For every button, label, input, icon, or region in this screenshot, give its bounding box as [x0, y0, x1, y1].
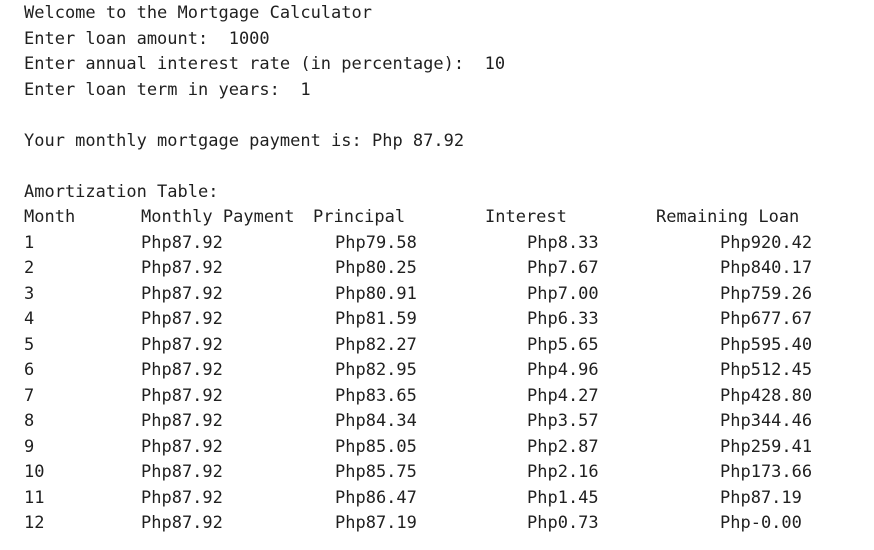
loan-term-label: Enter loan term in years:	[24, 79, 301, 100]
table-row: 10 Php87.92 Php85.75 Php2.16 Php173.66	[24, 460, 864, 486]
cell-interest: Php6.33	[527, 309, 599, 329]
cell-month: 6	[24, 360, 35, 380]
cell-month: 5	[24, 334, 35, 355]
cell-remaining-loan: Php428.80	[720, 385, 813, 406]
cell-month: 2	[24, 258, 35, 278]
cell-principal: Php80.25	[335, 258, 417, 278]
cell-interest: Php8.33	[527, 232, 599, 253]
table-header-row: Month Monthly Payment Principal Interest…	[24, 205, 864, 231]
cell-interest: Php4.27	[527, 385, 599, 406]
cell-month: 8	[24, 411, 35, 431]
cell-month: 9	[24, 436, 35, 457]
cell-principal: Php81.59	[335, 309, 417, 329]
interest-rate-value: 10	[484, 54, 506, 74]
console-output: Welcome to the Mortgage Calculator Enter…	[24, 1, 864, 537]
cell-monthly-payment: Php87.92	[141, 385, 223, 406]
table-row: 12 Php87.92 Php87.19 Php0.73 Php-0.00	[24, 511, 864, 537]
monthly-payment-result: Your monthly mortgage payment is: Php 87…	[24, 130, 465, 151]
cell-monthly-payment: Php87.92	[141, 283, 223, 304]
cell-month: 12	[24, 513, 45, 533]
cell-monthly-payment: Php87.92	[141, 436, 223, 457]
cell-month: 4	[24, 309, 35, 329]
loan-term-value: 1	[300, 79, 311, 100]
cell-interest: Php5.65	[527, 334, 599, 355]
cell-month: 7	[24, 385, 35, 406]
table-row: 11 Php87.92 Php86.47 Php1.45 Php87.19	[24, 486, 864, 512]
cell-month: 3	[24, 283, 35, 304]
amortization-table-body: 1 Php87.92 Php79.58 Php8.33 Php920.42 2 Php87.…	[24, 231, 864, 537]
welcome-text: Welcome to the Mortgage Calculator	[24, 3, 372, 23]
cell-monthly-payment: Php87.92	[141, 487, 223, 508]
cell-principal: Php80.91	[335, 283, 417, 304]
interest-rate-prompt: Enter annual interest rate (in percentag…	[24, 52, 864, 78]
cell-monthly-payment: Php87.92	[141, 232, 223, 253]
cell-remaining-loan: Php259.41	[720, 436, 813, 457]
table-row: 3 Php87.92 Php80.91 Php7.00 Php759.26	[24, 282, 864, 308]
cell-remaining-loan: Php595.40	[720, 334, 813, 355]
cell-monthly-payment: Php87.92	[141, 513, 223, 533]
table-row: 4 Php87.92 Php81.59 Php6.33 Php677.67	[24, 307, 864, 333]
cell-monthly-payment: Php87.92	[141, 462, 223, 482]
table-row: 2 Php87.92 Php80.25 Php7.67 Php840.17	[24, 256, 864, 282]
cell-principal: Php82.27	[335, 334, 417, 355]
cell-monthly-payment: Php87.92	[141, 334, 223, 355]
cell-remaining-loan: Php512.45	[720, 360, 813, 380]
cell-month: 1	[24, 232, 35, 253]
cell-principal: Php79.58	[335, 232, 417, 253]
table-row: 1 Php87.92 Php79.58 Php8.33 Php920.42	[24, 231, 864, 257]
header-monthly-payment: Monthly Payment	[141, 207, 295, 227]
cell-interest: Php0.73	[527, 513, 599, 533]
cell-interest: Php4.96	[527, 360, 599, 380]
cell-remaining-loan: Php-0.00	[720, 513, 802, 533]
cell-remaining-loan: Php840.17	[720, 258, 813, 278]
header-remaining-loan: Remaining Loan	[656, 207, 800, 227]
cell-principal: Php87.19	[335, 513, 417, 533]
cell-interest: Php1.45	[527, 487, 599, 508]
cell-month: 10	[24, 462, 45, 482]
cell-remaining-loan: Php759.26	[720, 283, 813, 304]
table-row: 6 Php87.92 Php82.95 Php4.96 Php512.45	[24, 358, 864, 384]
cell-monthly-payment: Php87.92	[141, 258, 223, 278]
loan-amount-prompt: Enter loan amount: 1000	[24, 27, 864, 53]
cell-interest: Php7.00	[527, 283, 599, 304]
cell-remaining-loan: Php87.19	[720, 487, 802, 508]
table-row: 5 Php87.92 Php82.27 Php5.65 Php595.40	[24, 333, 864, 359]
table-row: 8 Php87.92 Php84.34 Php3.57 Php344.46	[24, 409, 864, 435]
table-row: 7 Php87.92 Php83.65 Php4.27 Php428.80	[24, 384, 864, 410]
cell-remaining-loan: Php344.46	[720, 411, 813, 431]
cell-interest: Php3.57	[527, 411, 599, 431]
cell-interest: Php2.16	[527, 462, 599, 482]
cell-principal: Php86.47	[335, 487, 417, 508]
header-month: Month	[24, 207, 76, 227]
header-interest: Interest	[485, 207, 567, 227]
cell-principal: Php85.05	[335, 436, 417, 457]
interest-rate-label: Enter annual interest rate (in percentag…	[24, 54, 485, 74]
cell-principal: Php85.75	[335, 462, 417, 482]
cell-month: 11	[24, 487, 45, 508]
cell-principal: Php83.65	[335, 385, 417, 406]
cell-principal: Php82.95	[335, 360, 417, 380]
cell-monthly-payment: Php87.92	[141, 309, 223, 329]
cell-principal: Php84.34	[335, 411, 417, 431]
cell-remaining-loan: Php920.42	[720, 232, 813, 253]
amortization-table-title: Amortization Table:	[24, 181, 219, 202]
cell-remaining-loan: Php677.67	[720, 309, 813, 329]
cell-monthly-payment: Php87.92	[141, 411, 223, 431]
cell-monthly-payment: Php87.92	[141, 360, 223, 380]
loan-term-prompt: Enter loan term in years: 1	[24, 78, 864, 104]
header-principal: Principal	[313, 207, 406, 227]
loan-amount-label: Enter loan amount:	[24, 28, 229, 49]
loan-amount-value: 1000	[228, 28, 270, 49]
cell-remaining-loan: Php173.66	[720, 462, 813, 482]
cell-interest: Php7.67	[527, 258, 599, 278]
cell-interest: Php2.87	[527, 436, 599, 457]
table-row: 9 Php87.92 Php85.05 Php2.87 Php259.41	[24, 435, 864, 461]
